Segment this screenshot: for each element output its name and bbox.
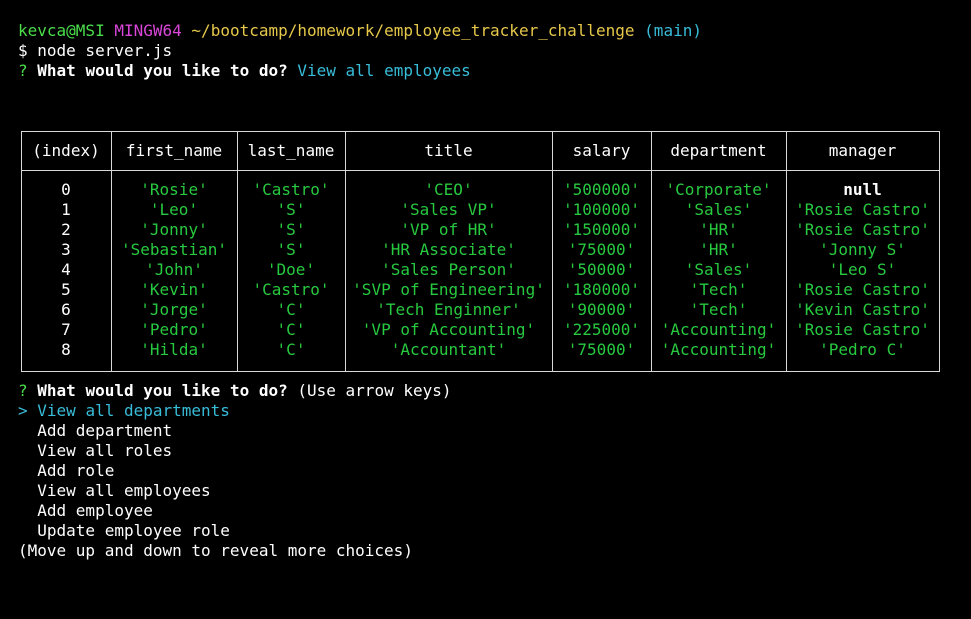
table-cell: 'Kevin' xyxy=(140,280,208,299)
table-cell: 'Castro' xyxy=(252,180,330,199)
table-cell: '100000' xyxy=(562,200,641,219)
question-text: What would you like to do? xyxy=(37,61,288,80)
table-cell: 'Tech' xyxy=(689,300,748,319)
menu-item[interactable]: Add department xyxy=(18,421,968,441)
pointer-icon: > xyxy=(18,401,28,420)
table-cell: 'Jonny' xyxy=(140,220,208,239)
table-cell: 'S' xyxy=(276,240,306,259)
table-cell: 'John' xyxy=(145,260,203,279)
table-cell: 'Leo' xyxy=(149,200,199,219)
menu-item[interactable]: Add role xyxy=(18,461,968,481)
table-cell: 3 xyxy=(61,240,71,259)
shell-name: MINGW64 xyxy=(114,21,182,40)
shell-prompt-line: kevca@MSI MINGW64 ~/bootcamp/homework/em… xyxy=(18,21,968,41)
question-text: What would you like to do? xyxy=(37,381,288,400)
table-cell: 'Rosie' xyxy=(140,180,208,199)
table-cell: '180000' xyxy=(562,280,641,299)
user-host: kevca@MSI xyxy=(18,21,105,40)
table-cell: '150000' xyxy=(562,220,641,239)
table-cell: 'VP of HR' xyxy=(400,220,497,239)
column-header: manager xyxy=(828,141,897,160)
table-cell: 7 xyxy=(61,320,71,339)
git-branch: (main) xyxy=(644,21,702,40)
table-cell: 'Sales' xyxy=(684,260,753,279)
table-cell: 'Kevin Castro' xyxy=(795,300,930,319)
menu-item[interactable]: Update employee role xyxy=(18,521,968,541)
table-cell: 'Rosie Castro' xyxy=(795,320,930,339)
table-cell: 'Sebastian' xyxy=(121,240,227,259)
table-cell: 'C' xyxy=(276,300,306,319)
table-cell: 1 xyxy=(61,200,71,219)
table-cell: 'Corporate' xyxy=(665,180,772,199)
second-question-line: ? What would you like to do? (Use arrow … xyxy=(18,381,968,401)
menu-item-selected[interactable]: > View all departments xyxy=(18,401,968,421)
table-cell: 'Sales VP' xyxy=(400,200,497,219)
table-cell: 'Rosie Castro' xyxy=(795,220,930,239)
table-cell: 'Accountant' xyxy=(390,340,507,359)
column-header: last_name xyxy=(247,141,335,160)
table-cell: 'C' xyxy=(276,340,306,359)
menu-footer-hint: (Move up and down to reveal more choices… xyxy=(18,541,413,560)
menu-item-label: View all departments xyxy=(37,401,230,420)
menu-item[interactable]: View all roles xyxy=(18,441,968,461)
table-cell: 'C' xyxy=(276,320,306,339)
table-cell: 'SVP of Engineering' xyxy=(352,280,545,299)
table-cell: '500000' xyxy=(562,180,641,199)
table-cell: 'Tech' xyxy=(689,280,748,299)
table-cell: 0 xyxy=(61,180,71,199)
table-cell: 'Doe' xyxy=(266,260,316,279)
table-cell: '225000' xyxy=(562,320,641,339)
terminal-output: kevca@MSI MINGW64 ~/bootcamp/homework/em… xyxy=(18,21,968,81)
column-header: salary xyxy=(572,141,631,160)
table-cell: 'Jorge' xyxy=(140,300,208,319)
table-cell: 'Pedro' xyxy=(140,320,208,339)
table-cell: 'S' xyxy=(276,220,306,239)
table-cell: 'Jonny S' xyxy=(819,240,906,259)
question-marker: ? xyxy=(18,61,28,80)
table-cell: null xyxy=(843,180,882,199)
table-cell: '90000' xyxy=(567,300,636,319)
table-cell: '75000' xyxy=(567,340,636,359)
column-header: department xyxy=(670,141,767,160)
menu-item[interactable]: Add employee xyxy=(18,501,968,521)
table-cell: 'Rosie Castro' xyxy=(795,280,930,299)
table-cell: 'Pedro C' xyxy=(819,340,906,359)
column-header: first_name xyxy=(125,141,223,160)
table-cell: 'Castro' xyxy=(252,280,330,299)
table-cell: 'Accounting' xyxy=(660,340,777,359)
column-header: title xyxy=(424,141,473,160)
table-cell: 'Hilda' xyxy=(140,340,208,359)
table-cell: 'Leo S' xyxy=(828,260,897,279)
table-cell: 'S' xyxy=(276,200,306,219)
table-cell: 'HR Associate' xyxy=(381,240,516,259)
first-question-line: ? What would you like to do? View all em… xyxy=(18,61,968,81)
table-cell: 8 xyxy=(61,340,71,359)
working-directory: ~/bootcamp/homework/employee_tracker_cha… xyxy=(191,21,635,40)
question-hint: (Use arrow keys) xyxy=(297,381,452,400)
table-cell: 2 xyxy=(61,220,71,239)
table-cell: 'Accounting' xyxy=(660,320,777,339)
command-line: $ node server.js xyxy=(18,41,173,60)
table-cell: 'CEO' xyxy=(424,180,473,199)
question-answer: View all employees xyxy=(297,61,471,80)
table-cell: 'HR' xyxy=(699,220,738,239)
question-marker: ? xyxy=(18,381,28,400)
column-header: (index) xyxy=(32,141,100,160)
table-cell: '75000' xyxy=(567,240,636,259)
table-cell: 5 xyxy=(61,280,71,299)
employees-table: (index) first_name last_name title salary dep… xyxy=(21,131,940,372)
table-cell: 6 xyxy=(61,300,71,319)
table-cell: 'Sales Person' xyxy=(381,260,516,279)
table-cell: 'Rosie Castro' xyxy=(795,200,930,219)
menu-item[interactable]: View all employees xyxy=(18,481,968,501)
table-cell: 'Tech Enginner' xyxy=(376,300,521,319)
table-cell: 'HR' xyxy=(699,240,738,259)
table-cell: 4 xyxy=(61,260,71,279)
header-divider xyxy=(21,170,940,171)
table-cell: 'VP of Accounting' xyxy=(361,320,536,339)
menu-output: ? What would you like to do? (Use arrow … xyxy=(18,381,968,561)
table-cell: 'Sales' xyxy=(684,200,753,219)
table-cell: '50000' xyxy=(567,260,636,279)
